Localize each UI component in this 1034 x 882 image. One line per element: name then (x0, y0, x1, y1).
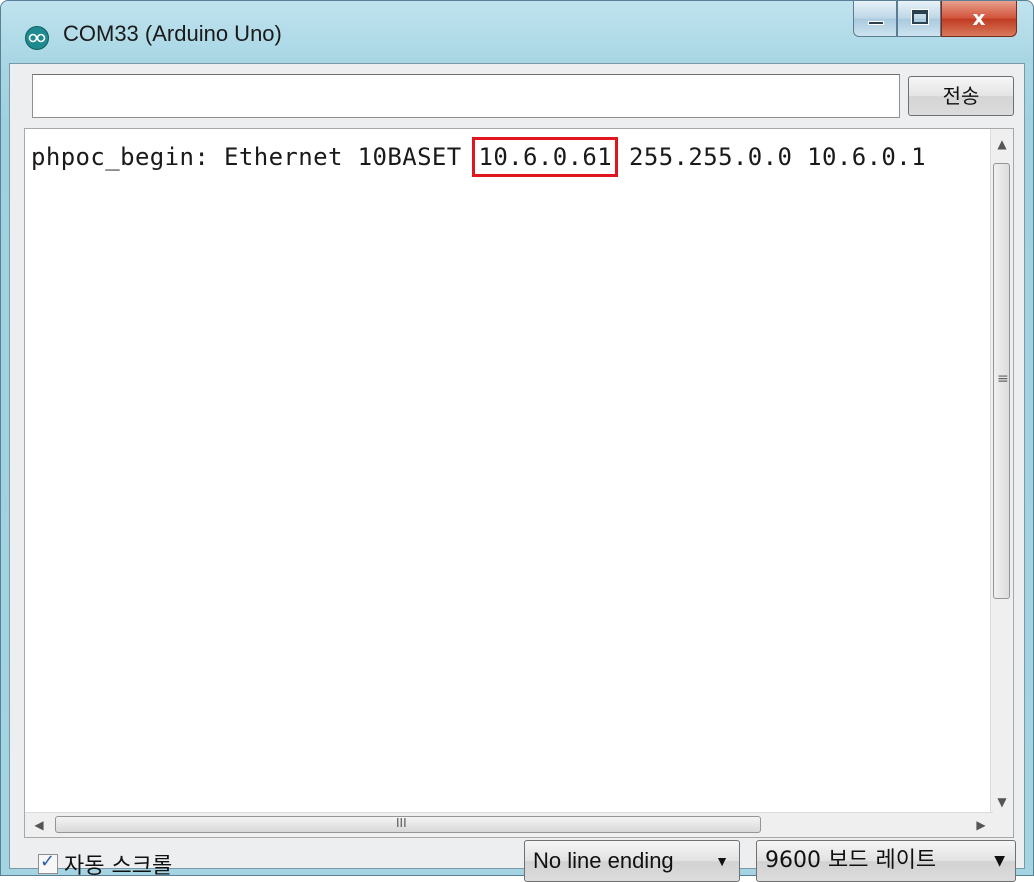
title-bar[interactable]: COM33 (Arduino Uno) x (1, 1, 1033, 63)
minimize-icon (868, 21, 884, 25)
autoscroll-checkbox[interactable]: ✓ (38, 851, 58, 874)
chevron-down-icon: ▼ (715, 853, 729, 869)
close-icon: x (972, 6, 986, 30)
vertical-grip-icon: ≡ (997, 371, 1009, 387)
autoscroll-option[interactable]: ✓ 자동 스크롤 (38, 848, 172, 880)
serial-output[interactable]: phpoc_begin: Ethernet 10BASET 10.6.0.61 … (24, 128, 1014, 838)
vertical-scroll-thumb[interactable]: ≡ (993, 163, 1010, 599)
scroll-down-icon[interactable]: ▼ (991, 791, 1013, 813)
horizontal-scroll-thumb[interactable]: III (55, 816, 761, 833)
arduino-icon (25, 26, 49, 50)
maximize-button[interactable] (897, 1, 941, 37)
monitor-client-area: 전송 phpoc_begin: Ethernet 10BASET 10.6.0.… (9, 63, 1025, 882)
output-line-suffix: 255.255.0.0 10.6.0.1 (614, 143, 926, 171)
scroll-corner (991, 813, 1013, 837)
autoscroll-label: 자동 스크롤 (64, 854, 173, 879)
minimize-button[interactable] (853, 1, 897, 37)
chevron-down-icon: ▼ (994, 853, 1005, 869)
scroll-left-icon[interactable]: ◀ (27, 813, 51, 837)
close-button[interactable]: x (941, 1, 1017, 37)
send-button[interactable]: 전송 (908, 76, 1014, 116)
horizontal-grip-icon: III (396, 816, 407, 830)
baud-rate-value: 9600 보드 레이트 (765, 848, 937, 873)
bottom-bar: ✓ 자동 스크롤 No line ending ▼ 9600 보드 레이트 ▼ (10, 840, 1024, 882)
serial-monitor-window: COM33 (Arduino Uno) x 전송 phpoc_begin: Et… (0, 0, 1034, 882)
line-ending-value: No line ending (533, 848, 674, 873)
highlighted-ip-address: 10.6.0.61 (472, 137, 619, 177)
checkmark-icon: ✓ (40, 851, 56, 872)
scroll-up-icon[interactable]: ▲ (991, 133, 1013, 155)
horizontal-scrollbar[interactable]: ◀ III ▶ (25, 812, 993, 837)
maximize-icon (911, 9, 929, 25)
send-input[interactable] (32, 74, 900, 118)
output-line: phpoc_begin: Ethernet 10BASET 10.6.0.61 … (31, 137, 926, 177)
output-line-prefix: phpoc_begin: Ethernet 10BASET (31, 143, 477, 171)
vertical-scrollbar[interactable]: ▲ ≡ ▼ (990, 129, 1013, 815)
window-title: COM33 (Arduino Uno) (63, 21, 282, 46)
scroll-right-icon[interactable]: ▶ (969, 813, 993, 837)
caption-buttons: x (853, 1, 1017, 41)
